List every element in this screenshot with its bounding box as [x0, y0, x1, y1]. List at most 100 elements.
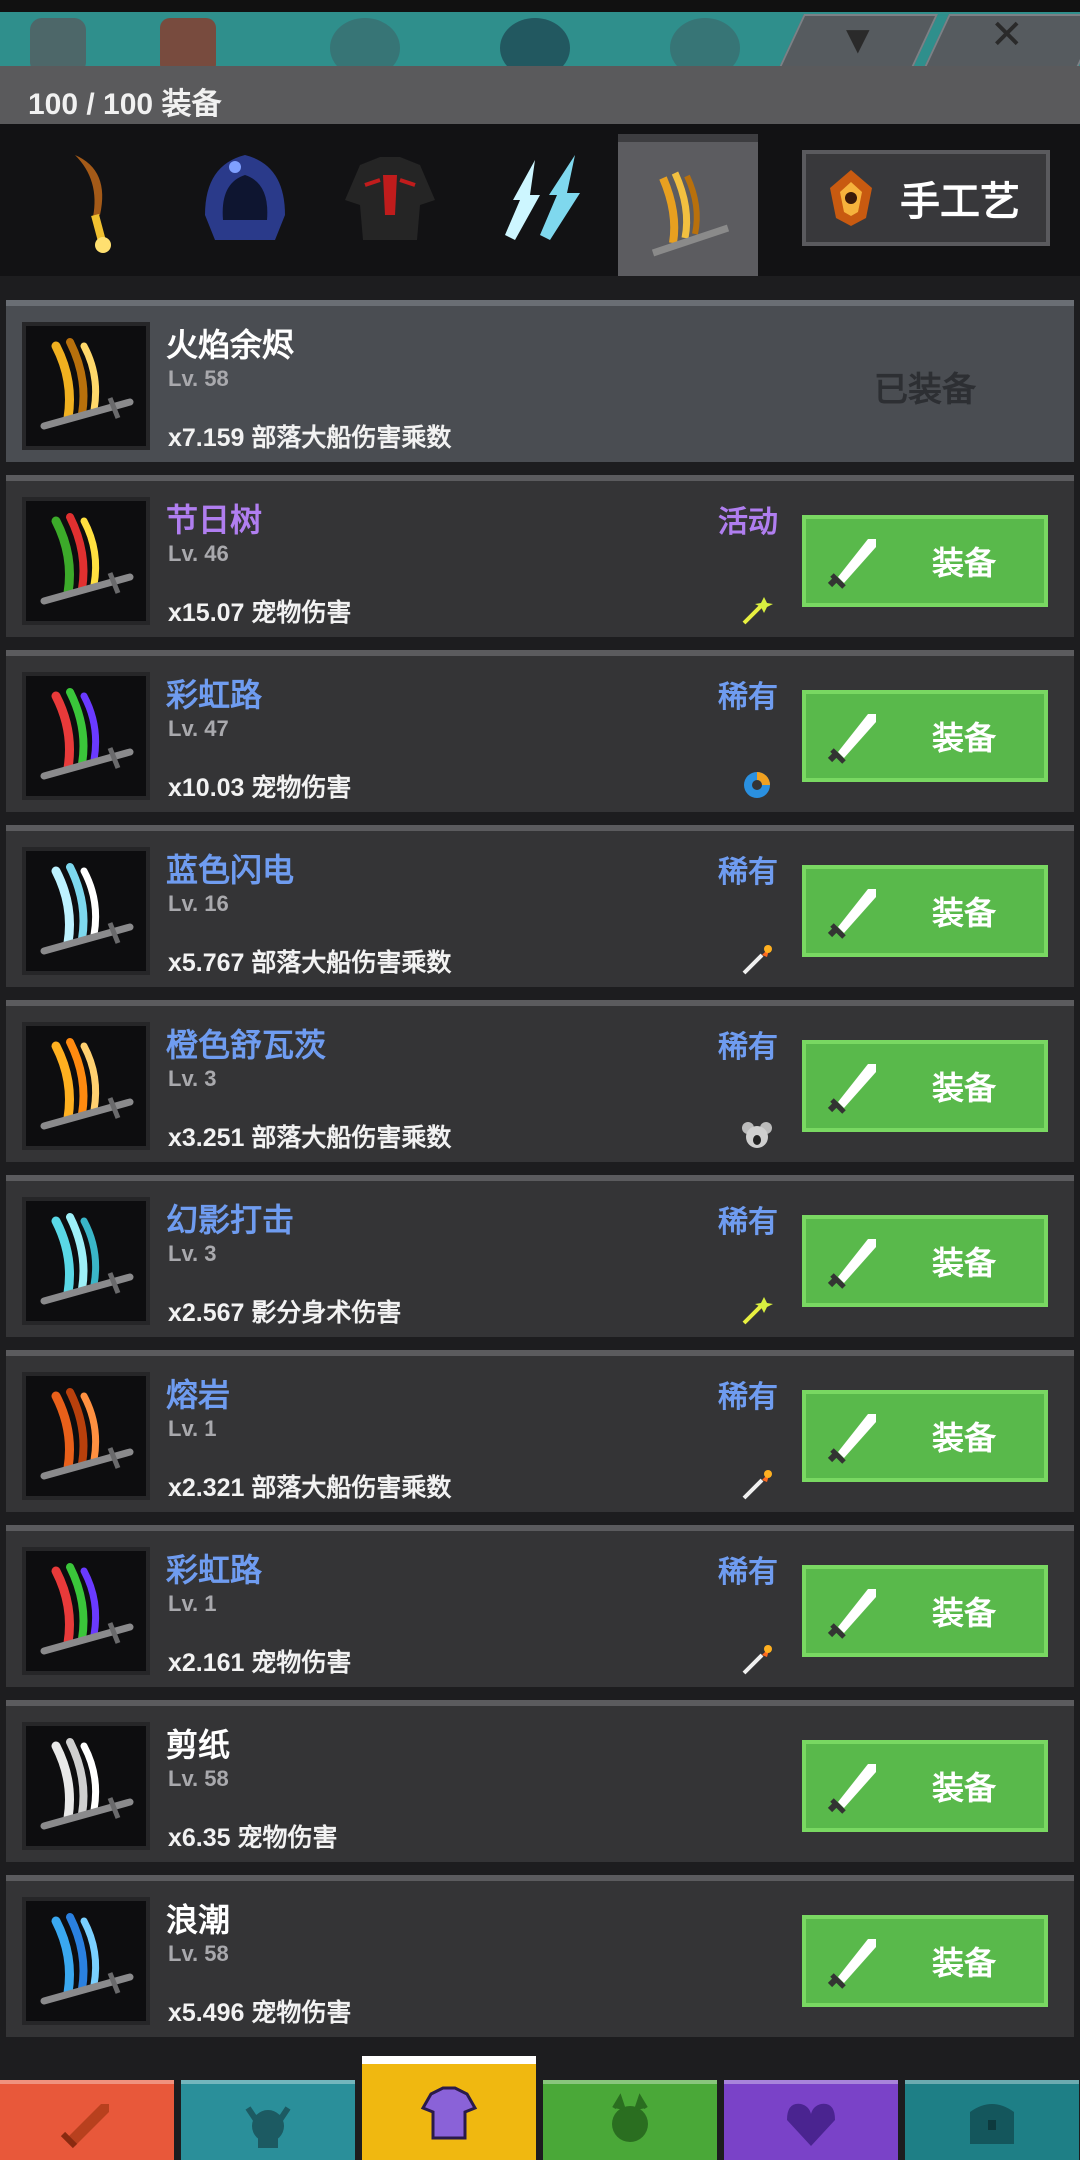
equip-button-label: 装备: [932, 1420, 997, 1456]
equip-button[interactable]: 装备: [802, 1915, 1048, 2007]
gear-thumbnail: [22, 1197, 150, 1325]
gear-item-row[interactable]: 剪纸 Lv. 58 x6.35 宠物伤害 装备: [6, 1700, 1074, 1862]
equip-button-label: 装备: [932, 545, 997, 581]
equip-button[interactable]: 装备: [802, 1740, 1048, 1832]
equip-button[interactable]: 装备: [802, 690, 1048, 782]
gear-level: Lv. 3: [168, 1241, 217, 1266]
gear-item-row[interactable]: 熔岩 Lv. 1 x2.321 部落大船伤害乘数 稀有 装备: [6, 1350, 1074, 1512]
gear-thumbnail: [22, 672, 150, 800]
gear-stat: x10.03 宠物伤害: [168, 774, 352, 802]
chest-icon: [970, 2104, 1014, 2144]
gear-item-row[interactable]: 彩虹路 Lv. 1 x2.161 宠物伤害 稀有 装备: [6, 1525, 1074, 1687]
globe-icon[interactable]: [670, 18, 740, 66]
gear-item-row[interactable]: 橙色舒瓦茨 Lv. 3 x3.251 部落大船伤害乘数 稀有 装备: [6, 1000, 1074, 1162]
gear-item-row[interactable]: 火焰余烬 Lv. 58 x7.159 部落大船伤害乘数 已装备: [6, 300, 1074, 462]
rarity-label: 稀有: [718, 856, 778, 889]
gear-level: Lv. 3: [168, 1066, 217, 1091]
equip-button-label: 装备: [932, 1245, 997, 1281]
gear-name: 浪潮: [166, 1902, 231, 1938]
sparkle-wand-icon: [740, 593, 774, 627]
gear-level: Lv. 58: [168, 366, 229, 391]
jacket-icon: [345, 157, 435, 240]
equip-button-label: 装备: [932, 1945, 997, 1981]
sword-icon: [827, 1764, 876, 1814]
sword-icon: [827, 714, 876, 764]
gear-item-row[interactable]: 节日树 Lv. 46 x15.07 宠物伤害 活动 装备: [6, 475, 1074, 637]
gear-stat: x2.161 宠物伤害: [168, 1649, 352, 1677]
weapon-category-tab[interactable]: [30, 124, 170, 276]
gear-item-row[interactable]: 蓝色闪电 Lv. 16 x5.767 部落大船伤害乘数 稀有 装备: [6, 825, 1074, 987]
gear-item-row[interactable]: 彩虹路 Lv. 47 x10.03 宠物伤害 稀有 装备: [6, 650, 1074, 812]
armor-category-tab[interactable]: [320, 124, 460, 276]
axe-icon: [75, 155, 111, 253]
slash-category-tab[interactable]: [618, 134, 758, 284]
equip-button-label: 装备: [932, 895, 997, 931]
slash-gear-icon: [40, 1738, 134, 1830]
gear-name: 熔岩: [166, 1377, 231, 1413]
portal-icon[interactable]: [500, 18, 570, 66]
sword-icon: [827, 539, 876, 589]
nav-tab-pets[interactable]: [543, 2080, 717, 2160]
slash-gear-icon: [40, 1913, 134, 2005]
equip-button[interactable]: 装备: [802, 1565, 1048, 1657]
sword-icon: [827, 1239, 876, 1289]
gear-stat: x2.567 影分身术伤害: [168, 1299, 402, 1327]
sword-icon: [827, 1414, 876, 1464]
gear-thumbnail: [22, 1547, 150, 1675]
gear-thumbnail: [22, 497, 150, 625]
sword-icon: [827, 1589, 876, 1639]
gear-name: 彩虹路: [166, 1552, 263, 1588]
gear-level: Lv. 46: [168, 541, 229, 566]
close-icon[interactable]: ✕: [990, 12, 1024, 58]
nav-tab-chest[interactable]: [905, 2080, 1079, 2160]
equip-button[interactable]: 装备: [802, 1215, 1048, 1307]
equip-button[interactable]: 装备: [802, 865, 1048, 957]
world-icon[interactable]: [330, 18, 400, 66]
fire-arrow-icon: [740, 1468, 774, 1502]
equip-button-label: 装备: [932, 1595, 997, 1631]
hood-category-tab[interactable]: [175, 124, 315, 276]
swirl-icon: [740, 768, 774, 802]
rarity-label: 稀有: [718, 1206, 778, 1239]
gear-thumbnail: [22, 322, 150, 450]
heart-crest-icon: [787, 2103, 835, 2146]
gear-thumbnail: [22, 1722, 150, 1850]
nav-tab-weapon[interactable]: [0, 2080, 174, 2160]
fire-arrow-icon: [740, 943, 774, 977]
equip-button[interactable]: 装备: [802, 1040, 1048, 1132]
gear-item-row[interactable]: 浪潮 Lv. 58 x5.496 宠物伤害 装备: [6, 1875, 1074, 2037]
gear-name: 节日树: [166, 502, 263, 538]
shirt-icon: [420, 2086, 478, 2140]
craft-label: 手工艺: [900, 180, 1020, 224]
gear-count-label: 100 / 100 装备: [28, 88, 222, 121]
gear-level: Lv. 58: [168, 1941, 229, 1966]
equip-button[interactable]: 装备: [802, 1390, 1048, 1482]
gear-item-row[interactable]: 幻影打击 Lv. 3 x2.567 影分身术伤害 稀有 装备: [6, 1175, 1074, 1337]
aura-category-tab[interactable]: [470, 124, 610, 276]
gear-thumbnail: [22, 1022, 150, 1150]
slash-gear-icon: [40, 863, 134, 955]
nav-tab-hero[interactable]: [181, 2080, 355, 2160]
chevron-down-icon[interactable]: ▼: [838, 18, 878, 63]
sword-icon: [827, 1064, 876, 1114]
gear-stat: x2.321 部落大船伤害乘数: [168, 1474, 452, 1502]
sparkle-wand-icon: [740, 1293, 774, 1327]
gear-name: 火焰余烬: [166, 327, 295, 363]
craft-button[interactable]: 手工艺: [802, 150, 1050, 246]
sword-icon: [60, 2104, 109, 2149]
crossed-swords-icon[interactable]: [160, 18, 216, 66]
gear-list[interactable]: 火焰余烬 Lv. 58 x7.159 部落大船伤害乘数 已装备 节日树 Lv. …: [0, 276, 1080, 2072]
gear-icon[interactable]: [30, 18, 86, 66]
fire-gem-icon: [830, 170, 872, 226]
gear-name: 蓝色闪电: [166, 852, 295, 888]
slash-gear-icon: [40, 513, 134, 605]
nav-tab-gear[interactable]: [362, 2056, 536, 2160]
gear-thumbnail: [22, 847, 150, 975]
equip-button-label: 装备: [932, 1770, 997, 1806]
gear-stat: x6.35 宠物伤害: [168, 1824, 338, 1852]
equip-button[interactable]: 装备: [802, 515, 1048, 607]
equip-button-label: 装备: [932, 1070, 997, 1106]
top-strip: [0, 0, 1080, 12]
gear-stat: x5.496 宠物伤害: [168, 1999, 352, 2027]
nav-tab-guild[interactable]: [724, 2080, 898, 2160]
